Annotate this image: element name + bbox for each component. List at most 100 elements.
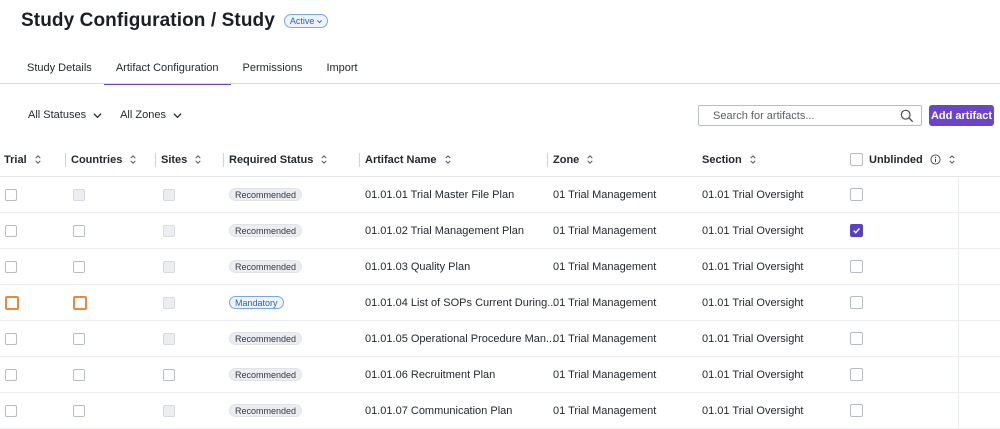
sort-icon[interactable] <box>129 154 137 165</box>
column-divider[interactable] <box>155 153 156 167</box>
artifact-name[interactable]: 01.01.07 Communication Plan <box>365 405 512 417</box>
artifact-name[interactable]: 01.01.04 List of SOPs Current During... <box>365 297 556 309</box>
artifact-name[interactable]: 01.01.02 Trial Management Plan <box>365 225 524 237</box>
column-header-trial[interactable]: Trial <box>4 143 42 176</box>
countries-checkbox[interactable] <box>73 404 85 417</box>
zone-value: 01 Trial Management <box>553 296 657 309</box>
status-badge-label: Active <box>289 16 315 26</box>
table-cell: 01.01 Trial Oversight <box>702 177 804 212</box>
unblinded-checkbox[interactable] <box>850 404 863 417</box>
tab-artifact-configuration[interactable]: Artifact Configuration <box>103 52 231 85</box>
table-cell <box>73 321 85 356</box>
column-divider[interactable] <box>547 153 548 167</box>
chevron-down-icon <box>317 19 323 23</box>
countries-checkbox[interactable] <box>73 295 87 310</box>
column-header-unblinded[interactable]: Unblinded <box>850 143 956 176</box>
search-icon[interactable] <box>900 109 914 123</box>
sites-checkbox <box>163 404 175 417</box>
status-filter-dropdown[interactable]: All Statuses <box>28 106 103 124</box>
trial-checkbox[interactable] <box>5 260 17 273</box>
table-row: Recommended 01.01.05 Operational Procedur… <box>0 321 1000 357</box>
table-cell <box>5 321 17 356</box>
table-cell <box>163 213 175 248</box>
unblinded-checkbox[interactable] <box>850 296 863 309</box>
unblinded-checkbox[interactable] <box>850 224 863 237</box>
countries-checkbox[interactable] <box>73 224 85 237</box>
unblinded-checkbox[interactable] <box>850 332 863 345</box>
sort-icon[interactable] <box>749 154 757 165</box>
table-cell <box>5 249 17 284</box>
table-cell: 01.01.07 Communication Plan <box>365 393 512 428</box>
section-value: 01.01 Trial Oversight <box>702 368 804 381</box>
status-badge[interactable]: Active <box>283 14 329 28</box>
section-value: 01.01 Trial Oversight <box>702 404 804 417</box>
column-header-zone[interactable]: Zone <box>553 143 594 176</box>
countries-checkbox[interactable] <box>73 332 85 345</box>
column-divider[interactable] <box>359 153 360 167</box>
unblinded-checkbox[interactable] <box>850 368 863 381</box>
trial-checkbox[interactable] <box>5 295 19 310</box>
sort-icon[interactable] <box>34 154 42 165</box>
column-divider[interactable] <box>223 153 224 167</box>
check-icon <box>853 228 860 234</box>
column-header-required-status[interactable]: Required Status <box>229 143 328 176</box>
column-header-artifact-name[interactable]: Artifact Name <box>365 143 452 176</box>
column-header-countries[interactable]: Countries <box>71 143 137 176</box>
countries-checkbox[interactable] <box>73 260 85 273</box>
zone-value: 01 Trial Management <box>553 332 657 345</box>
trial-checkbox[interactable] <box>5 332 17 345</box>
table-cell <box>850 285 863 320</box>
table-cell <box>163 177 175 212</box>
table-cell: 01.01.04 List of SOPs Current During... <box>365 285 556 320</box>
table-cell: 01 Trial Management <box>553 213 656 248</box>
table-cell <box>5 213 17 248</box>
required-status-badge: Recommended <box>229 404 303 417</box>
artifact-name[interactable]: 01.01.03 Quality Plan <box>365 261 470 273</box>
artifact-name[interactable]: 01.01.06 Recruitment Plan <box>365 369 495 381</box>
countries-checkbox <box>73 188 85 201</box>
table-cell <box>73 249 85 284</box>
trial-checkbox[interactable] <box>5 224 17 237</box>
sort-icon[interactable] <box>948 154 956 165</box>
add-artifact-button[interactable]: Add artifact <box>929 105 994 126</box>
countries-checkbox[interactable] <box>73 368 85 381</box>
column-header-section[interactable]: Section <box>702 143 757 176</box>
column-header-label: Sites <box>161 153 188 166</box>
column-header-label: Section <box>702 153 742 166</box>
artifact-name[interactable]: 01.01.01 Trial Master File Plan <box>365 189 514 201</box>
tab-bar-divider <box>0 83 1000 84</box>
table-cell: Recommended <box>229 177 303 212</box>
unblinded-checkbox[interactable] <box>850 260 863 273</box>
unblinded-checkbox[interactable] <box>850 188 863 201</box>
sort-icon[interactable] <box>320 154 328 165</box>
trial-checkbox[interactable] <box>5 188 17 201</box>
table-cell: 01.01 Trial Oversight <box>702 213 804 248</box>
tab-study-details[interactable]: Study Details <box>15 52 104 84</box>
sort-icon[interactable] <box>444 154 452 165</box>
table-cell: 01.01.02 Trial Management Plan <box>365 213 524 248</box>
tab-permissions[interactable]: Permissions <box>231 52 315 84</box>
trial-checkbox[interactable] <box>5 404 17 417</box>
artifact-name[interactable]: 01.01.05 Operational Procedure Man... <box>365 333 555 345</box>
table-cell: 01.01 Trial Oversight <box>702 393 804 428</box>
select-all-unblinded-checkbox[interactable] <box>850 153 863 166</box>
zone-filter-label: All Zones <box>120 109 166 121</box>
column-header-sites[interactable]: Sites <box>161 143 202 176</box>
sort-icon[interactable] <box>586 154 594 165</box>
tab-bar: Study Details Artifact Configuration Permi… <box>15 52 370 85</box>
search-input[interactable] <box>713 109 893 122</box>
table-cell: 01.01 Trial Oversight <box>702 357 804 392</box>
zone-filter-dropdown[interactable]: All Zones <box>120 106 183 124</box>
info-icon[interactable] <box>930 154 941 165</box>
table-cell: Recommended <box>229 249 303 284</box>
sites-checkbox <box>163 188 175 201</box>
column-divider[interactable] <box>65 153 66 167</box>
sort-icon[interactable] <box>194 154 202 165</box>
trial-checkbox[interactable] <box>5 368 17 381</box>
tab-import[interactable]: Import <box>314 52 369 84</box>
table-cell: Recommended <box>229 357 303 392</box>
table-cell: 01 Trial Management <box>553 393 656 428</box>
sites-checkbox <box>163 260 175 273</box>
sites-checkbox[interactable] <box>163 368 175 381</box>
table-header: Trial Countries Sites Required Status Artifa… <box>0 143 1000 177</box>
